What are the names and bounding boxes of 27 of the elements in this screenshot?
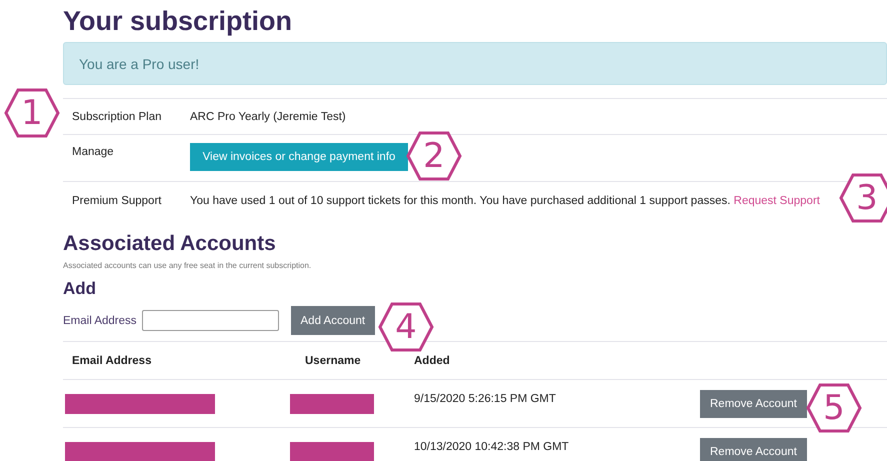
remove-account-button[interactable]: Remove Account <box>700 390 807 418</box>
row-label: Premium Support <box>72 194 162 206</box>
support-text: You have used 1 out of 10 support tickets for this month. You have purchased additional 1 support passes. <box>190 194 730 206</box>
view-invoices-button[interactable]: View invoices or change payment info <box>190 143 408 171</box>
section-note: Associated accounts can use any free seat in the current subscription. <box>63 261 312 270</box>
request-support-link[interactable]: Request Support <box>734 194 820 206</box>
page-title: Your subscription <box>63 5 294 38</box>
add-account-button[interactable]: Add Account <box>290 306 376 335</box>
add-heading: Add <box>63 278 98 300</box>
date-cell-text: 9/15/2020 5:26:15 PM GMT <box>414 392 557 405</box>
column-header: Email Address <box>71 354 152 366</box>
row-label: Subscription Plan <box>72 110 162 122</box>
column-header: Username <box>304 354 362 366</box>
callout-marker: 3 <box>839 173 887 223</box>
plan-value: ARC Pro Yearly (Jeremie Test) <box>190 110 346 122</box>
row-label: Manage <box>72 146 115 158</box>
callout-marker: 2 <box>406 131 462 181</box>
email-input[interactable] <box>142 310 279 331</box>
section-heading: Associated Accounts <box>63 231 277 257</box>
column-header: Added <box>414 354 451 366</box>
pro-alert: You are a Pro user! <box>63 42 887 85</box>
email-label: Email Address <box>63 314 137 326</box>
date-cell-text: 10/13/2020 10:42:38 PM GMT <box>414 440 570 453</box>
callout-marker: 1 <box>4 88 60 138</box>
callout-marker: 4 <box>378 302 434 352</box>
remove-account-button[interactable]: Remove Account <box>700 438 807 461</box>
callout-marker: 5 <box>806 383 862 433</box>
